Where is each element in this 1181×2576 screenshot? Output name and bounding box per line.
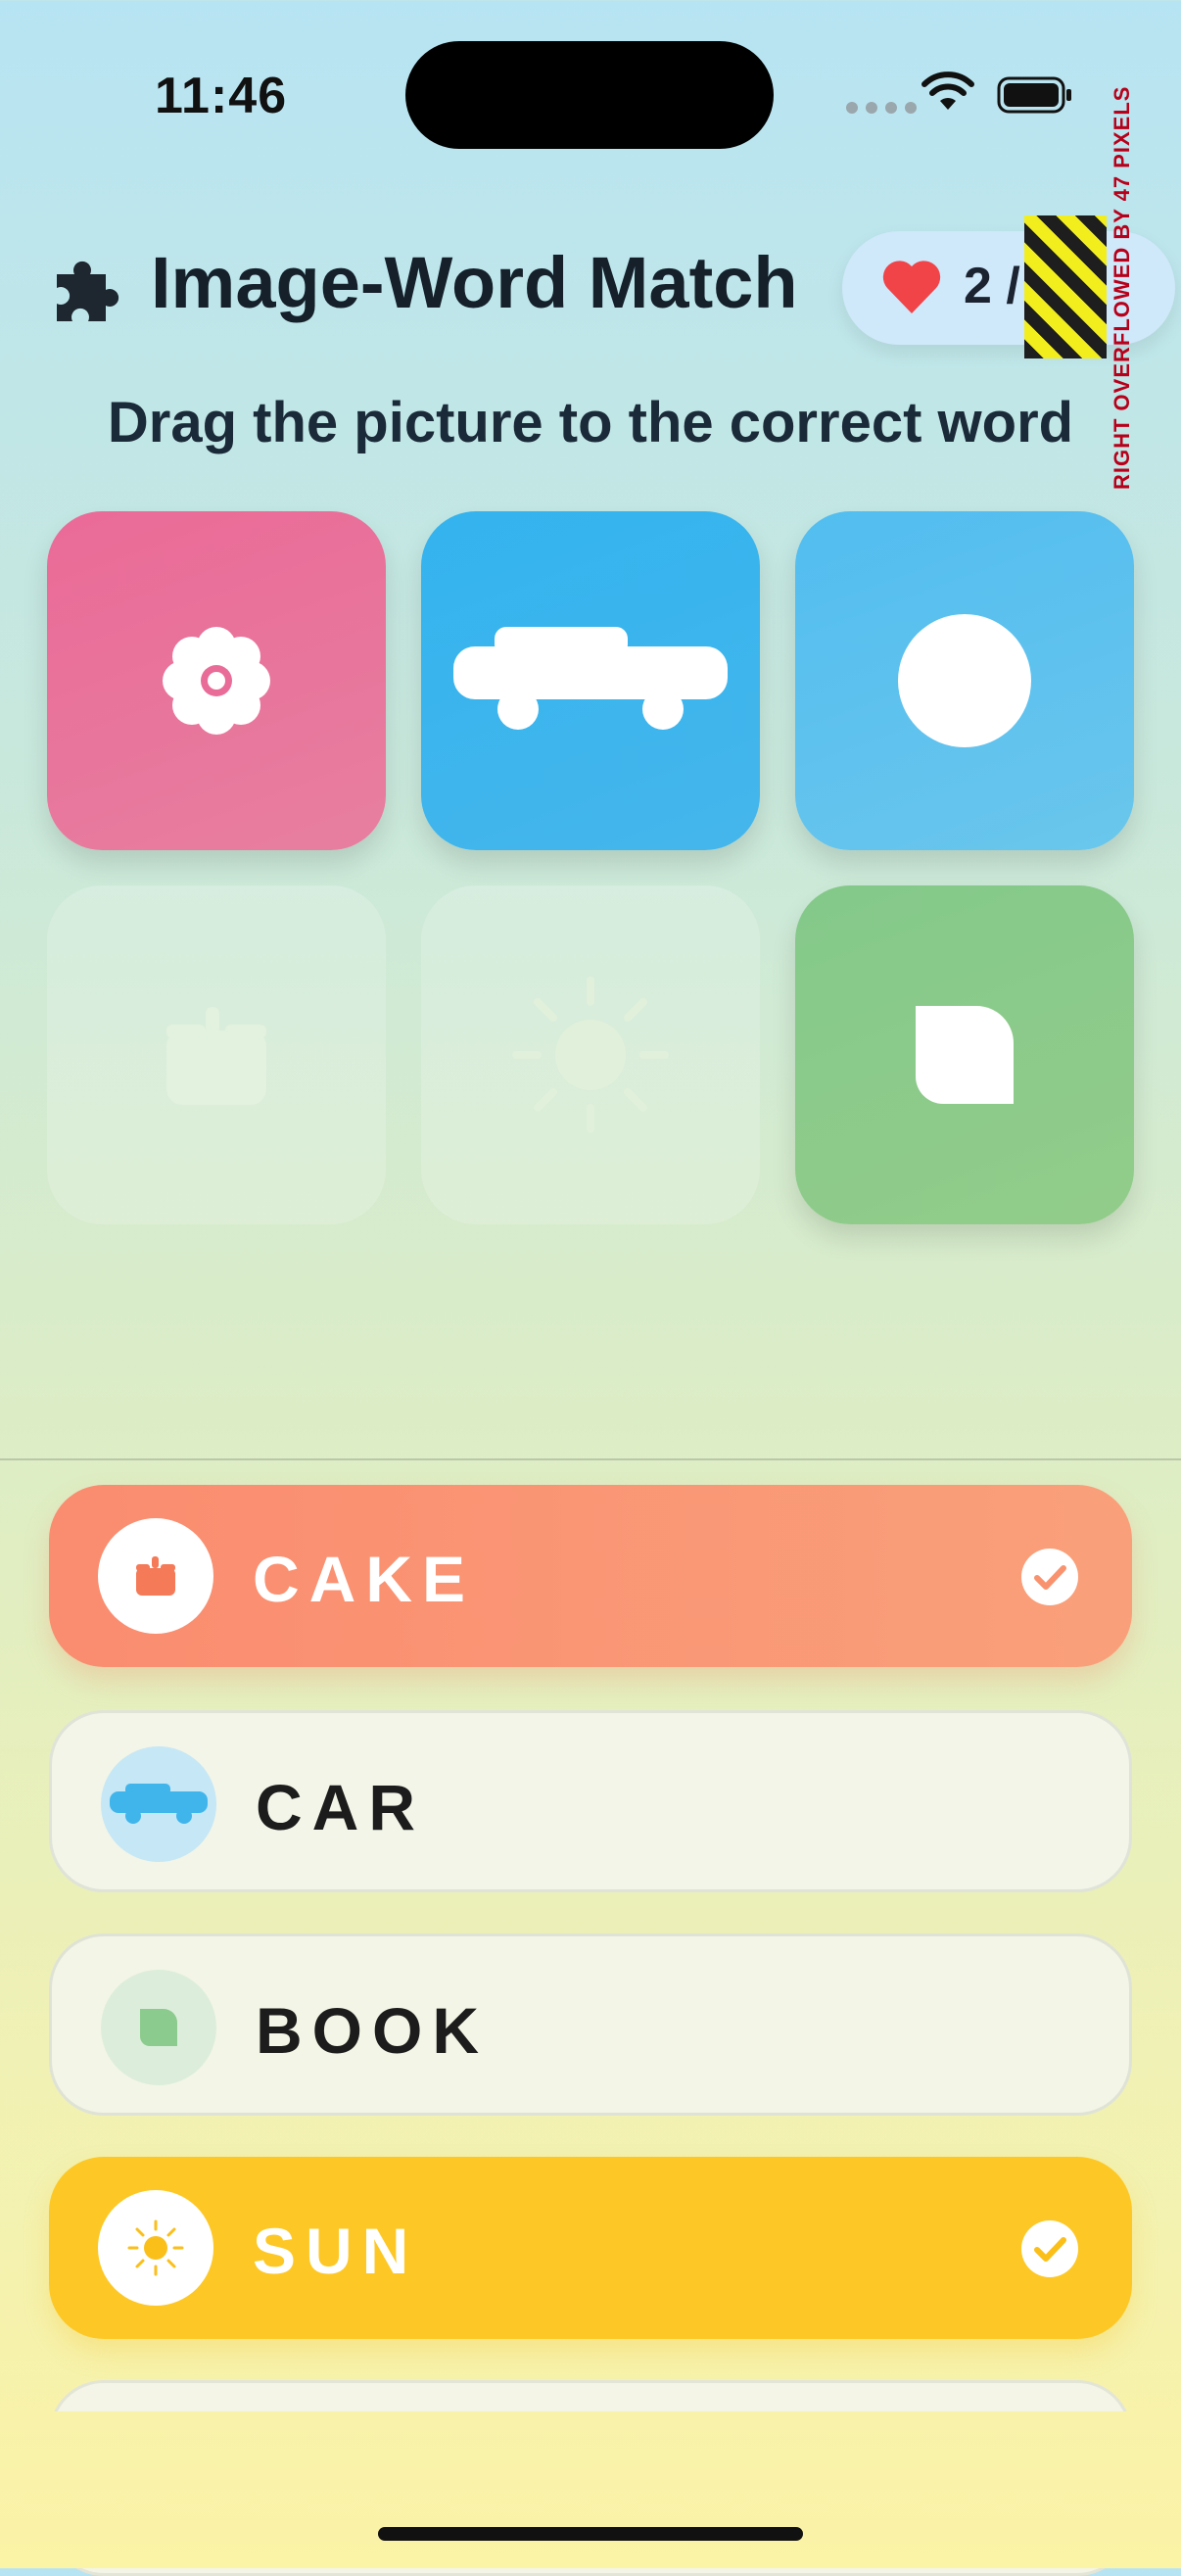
word-label: BOOK bbox=[256, 1994, 489, 2067]
word-icon-badge bbox=[101, 1746, 216, 1862]
battery-icon bbox=[997, 76, 1071, 114]
word-card-cake[interactable]: CAKE bbox=[49, 1485, 1132, 1667]
tile-ball[interactable] bbox=[795, 511, 1134, 850]
check-icon bbox=[1021, 2220, 1078, 2277]
cellular-signal-icon bbox=[846, 102, 917, 114]
cake-icon bbox=[166, 1007, 266, 1105]
home-indicator[interactable] bbox=[378, 2527, 803, 2541]
page-title: Image-Word Match bbox=[151, 242, 798, 323]
word-icon-badge bbox=[98, 1518, 213, 1634]
word-card-sun[interactable]: SUN bbox=[49, 2157, 1132, 2339]
list-fade bbox=[0, 2411, 1181, 2568]
check-icon bbox=[1021, 1549, 1078, 1605]
puzzle-icon bbox=[57, 261, 119, 321]
car-icon bbox=[110, 1784, 208, 1824]
word-label: SUN bbox=[253, 2215, 419, 2287]
tile-book[interactable] bbox=[795, 885, 1134, 1224]
cake-icon bbox=[136, 1556, 175, 1596]
sun-icon bbox=[512, 977, 669, 1133]
heart-icon bbox=[882, 261, 941, 313]
sun-icon bbox=[127, 2219, 184, 2276]
book-icon bbox=[916, 1006, 1014, 1104]
word-icon-badge bbox=[101, 1970, 216, 2085]
word-label: CAR bbox=[256, 1771, 425, 1843]
wifi-icon bbox=[921, 72, 974, 110]
book-icon bbox=[140, 2009, 177, 2046]
dynamic-island bbox=[405, 41, 774, 149]
tile-sun-matched bbox=[421, 885, 760, 1224]
ball-icon bbox=[898, 614, 1031, 747]
overflow-warning-stripe bbox=[1024, 215, 1107, 358]
status-time: 11:46 bbox=[155, 68, 288, 124]
tile-cake-matched bbox=[47, 885, 386, 1224]
car-icon bbox=[453, 627, 728, 730]
word-label: CAKE bbox=[253, 1543, 476, 1615]
word-icon-badge bbox=[98, 2190, 213, 2306]
tile-flower[interactable] bbox=[47, 511, 386, 850]
word-card-book[interactable]: BOOK bbox=[49, 1933, 1132, 2116]
word-card-car[interactable]: CAR bbox=[49, 1710, 1132, 1892]
section-divider bbox=[0, 1458, 1181, 1460]
flower-icon bbox=[163, 627, 270, 735]
instructions: Drag the picture to the correct word bbox=[107, 391, 1074, 454]
tile-car[interactable] bbox=[421, 511, 760, 850]
